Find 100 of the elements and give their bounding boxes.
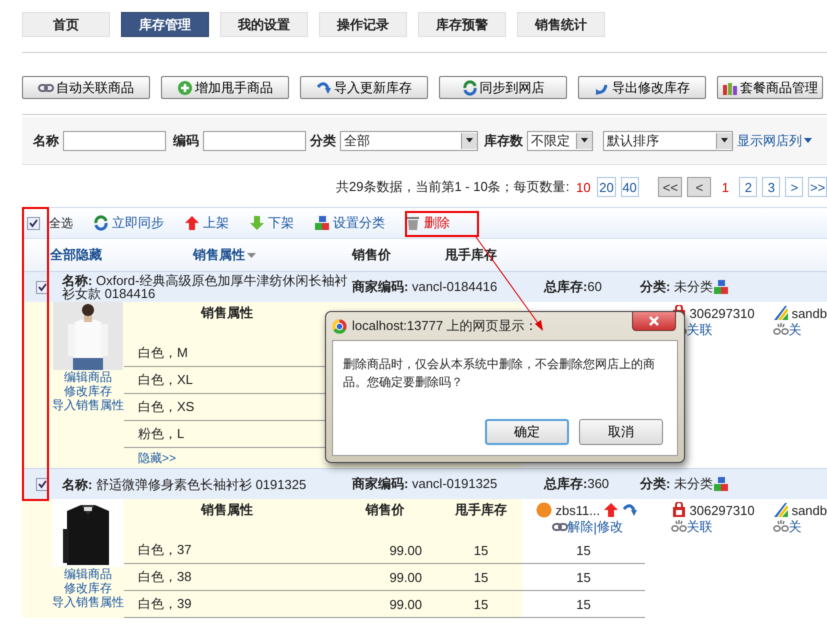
stock-text: 15 [474, 542, 488, 558]
nav-tab[interactable]: 我的设置 [220, 12, 308, 37]
column-header: 销售属性 [201, 502, 253, 517]
name-field[interactable] [63, 130, 166, 150]
column-header: 甩手库存 [455, 502, 507, 517]
product-link[interactable]: 编辑商品 [64, 567, 112, 581]
dropdown-arrow-icon [721, 138, 728, 143]
nav-tab[interactable]: 首页 [22, 12, 110, 37]
shop-link[interactable]: 解除 [568, 518, 594, 536]
page-size-option[interactable]: 40 [620, 177, 639, 197]
price-text: 99.00 [389, 596, 422, 612]
nav-tab[interactable]: 库存预警 [418, 12, 506, 37]
product-link[interactable]: 修改库存 [64, 384, 112, 398]
merchant-code: 商家编码: vancl-0184416 [352, 278, 498, 296]
column-header: 销售价 [352, 246, 392, 264]
total-stock: 总库存:60 [544, 278, 603, 296]
column-header: 销售属性 [201, 305, 253, 320]
category-text: 分类: 未分类 [640, 278, 713, 296]
close-button[interactable] [632, 312, 676, 331]
product-link[interactable]: 编辑商品 [64, 370, 112, 384]
toolbar-button[interactable]: 同步到网店 [439, 76, 567, 99]
curved-arrow-icon [316, 80, 332, 96]
page-size-option[interactable]: 20 [597, 177, 616, 197]
field-label: 分类 [310, 132, 336, 150]
down-arrow-icon [249, 215, 265, 231]
total-stock: 总库存:360 [544, 475, 610, 493]
summary-text: 共29条数据，当前第1 - 10条；每页数量: [336, 178, 570, 196]
category-select[interactable]: 全部 [340, 130, 478, 150]
shop-link[interactable]: 关联 [686, 518, 712, 536]
attribute-text: 白色，39 [124, 591, 330, 618]
dialog-message: 删除商品时，仅会从本系统中删除，不会删除您网店上的商品。您确定要删除吗？ [343, 356, 656, 391]
toolbar-button[interactable]: 导出修改库存 [578, 76, 706, 99]
dropdown-arrow-icon [466, 138, 473, 143]
shop-link[interactable]: 关 [788, 518, 802, 536]
blocks-icon [314, 215, 330, 231]
stock-select[interactable]: 不限定 [527, 130, 593, 150]
show-shop-columns-link[interactable]: 显示网店列 [737, 132, 812, 150]
shop-link[interactable]: 关 [788, 321, 802, 339]
action-link[interactable]: 下架 [249, 214, 294, 232]
select-all-label[interactable]: 全选 [49, 214, 73, 232]
field-label: 编码 [173, 132, 199, 150]
toolbar-button[interactable]: 增加甩手商品 [161, 76, 289, 99]
shop-stock-text: 15 [576, 596, 591, 612]
action-link[interactable]: 删除 [405, 214, 450, 232]
sort-select[interactable]: 默认排序 [603, 130, 733, 150]
toolbar-button[interactable]: 导入更新库存 [300, 76, 428, 99]
attribute-text: 白色，37 [124, 537, 330, 564]
product-name: 名称: Oxford-经典高级原色加厚牛津纺休闲长袖衬衫女款 0184416 [62, 274, 348, 300]
dialog-button[interactable]: 确定 [485, 419, 569, 445]
merchant-code: 商家编码: vancl-0191325 [352, 475, 498, 493]
striped-triangle-icon [772, 502, 789, 518]
page-button[interactable]: > [785, 177, 804, 197]
column-header: 销售价 [366, 502, 404, 517]
close-icon [649, 316, 659, 326]
field-label: 名称 [33, 132, 59, 150]
attribute-text: 白色，38 [124, 564, 330, 591]
caret-icon [804, 138, 812, 143]
page-button[interactable]: 3 [762, 177, 780, 197]
nav-tab[interactable]: 库存管理 [121, 12, 209, 37]
stock-text: 15 [474, 596, 488, 612]
broken-link-icon [670, 519, 686, 535]
separator-text: | [594, 520, 597, 534]
action-link[interactable]: 立即同步 [93, 214, 164, 232]
blocks-icon [712, 279, 729, 295]
hide-link[interactable]: 隐藏>> [138, 450, 176, 466]
product-link[interactable]: 修改库存 [64, 581, 112, 595]
up-arrow-icon [603, 502, 620, 518]
sort-header[interactable]: 销售属性 [193, 246, 352, 264]
code-field[interactable] [203, 130, 306, 150]
action-link[interactable]: 上架 [184, 214, 229, 232]
product-link[interactable]: 导入销售属性 [52, 398, 124, 412]
action-link[interactable]: 设置分类 [314, 214, 385, 232]
shop-link[interactable]: 修改 [596, 518, 623, 536]
hide-all-link[interactable]: 全部隐藏 [50, 246, 193, 264]
nav-tab[interactable]: 销售统计 [517, 12, 605, 37]
checkbox[interactable] [36, 280, 48, 294]
sync-icon [93, 215, 109, 231]
price-text: 99.00 [389, 570, 422, 584]
toolbar-button[interactable]: 自动关联商品 [22, 76, 150, 99]
nav-tab[interactable]: 操作记录 [319, 12, 407, 37]
price-text: 99.00 [389, 542, 422, 558]
shop-name: 306297310 [690, 306, 755, 320]
product-link[interactable]: 导入销售属性 [52, 595, 124, 609]
shop-stock-text: 15 [576, 542, 591, 558]
trash-icon [405, 215, 421, 231]
checkbox[interactable] [36, 478, 48, 490]
checkbox[interactable] [27, 216, 40, 230]
broken-link-icon [772, 519, 789, 535]
broken-link-icon [772, 322, 789, 338]
shop-name: sandb [792, 502, 827, 518]
page-button[interactable]: 2 [739, 177, 758, 197]
category-text: 分类: 未分类 [640, 475, 713, 493]
up-arrow-icon [184, 215, 200, 231]
sync-icon [462, 80, 478, 96]
blocks-icon [712, 476, 729, 492]
toolbar-button[interactable]: 套餐商品管理 [717, 76, 823, 99]
shop-link[interactable]: 关联 [686, 321, 712, 339]
page-button[interactable]: >> [808, 177, 827, 197]
dialog-button[interactable]: 取消 [579, 419, 663, 445]
dialog-title: localhost:13777 上的网页显示： [352, 317, 538, 335]
